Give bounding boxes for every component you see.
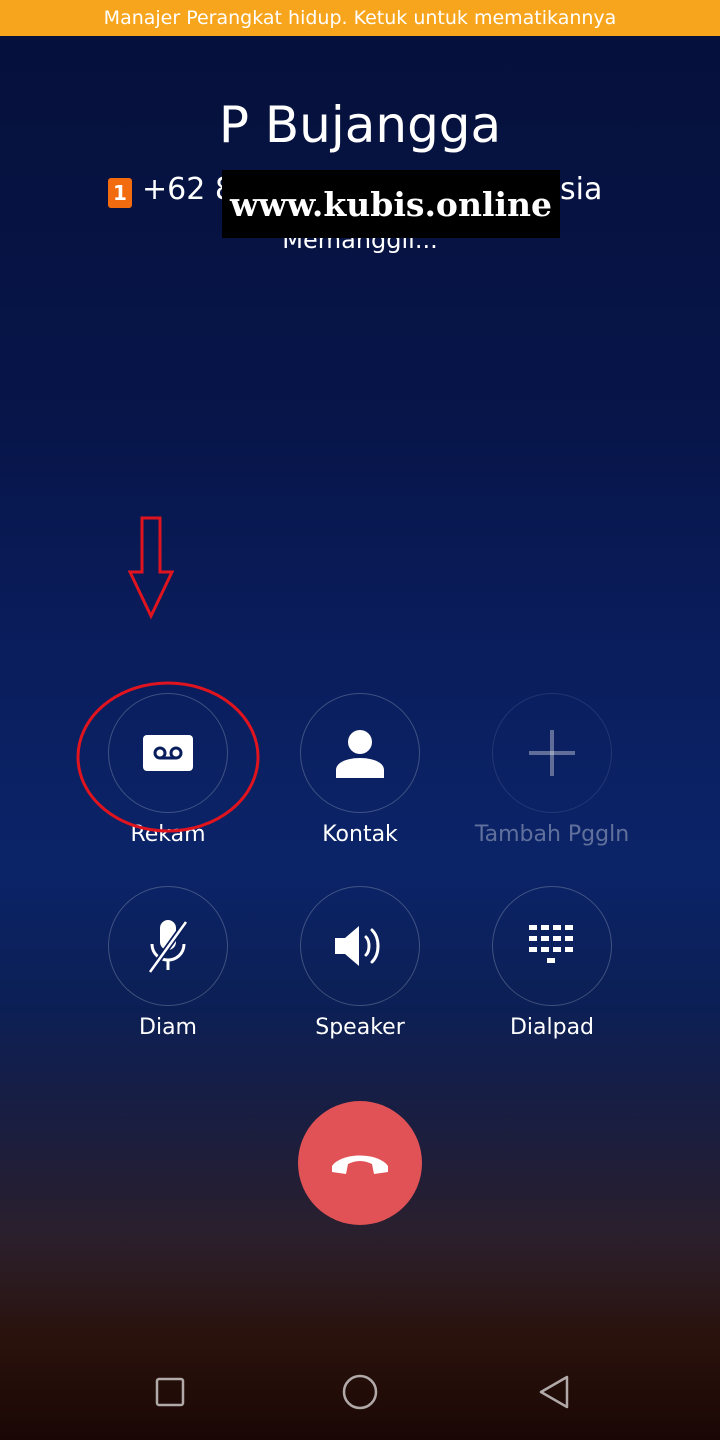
back-button[interactable] bbox=[534, 1372, 574, 1412]
end-call-button[interactable] bbox=[298, 1101, 422, 1225]
caller-name: P Bujangga bbox=[218, 96, 502, 154]
sim-slot-icon: 1 bbox=[108, 178, 132, 208]
caller-location: sia bbox=[560, 172, 603, 207]
annotation-circle bbox=[76, 681, 260, 833]
dialpad-label: Dialpad bbox=[509, 1015, 595, 1040]
add-call-button[interactable] bbox=[492, 693, 612, 813]
notification-text: Manajer Perangkat hidup. Ketuk untuk mem… bbox=[103, 7, 617, 29]
home-button[interactable] bbox=[340, 1372, 380, 1412]
speaker-label: Speaker bbox=[315, 1015, 405, 1040]
recents-button[interactable] bbox=[150, 1372, 190, 1412]
plus-icon bbox=[529, 730, 575, 776]
triangle-back-icon bbox=[539, 1375, 569, 1409]
caller-number: +62 8 bbox=[142, 172, 234, 207]
mic-off-icon bbox=[147, 920, 189, 974]
contacts-button[interactable] bbox=[300, 693, 420, 813]
add-call-label: Tambah Pggln bbox=[474, 822, 630, 847]
dialpad-icon bbox=[529, 925, 573, 963]
mute-label: Diam bbox=[139, 1015, 197, 1040]
dialpad-button[interactable] bbox=[492, 886, 612, 1006]
contacts-label: Kontak bbox=[322, 822, 398, 847]
person-icon bbox=[336, 730, 384, 778]
square-icon bbox=[155, 1377, 185, 1407]
circle-icon bbox=[342, 1374, 378, 1410]
annotation-arrow-icon bbox=[128, 516, 174, 620]
speaker-button[interactable] bbox=[300, 886, 420, 1006]
watermark: www.kubis.online bbox=[222, 170, 560, 238]
speaker-icon bbox=[335, 926, 380, 966]
mute-button[interactable] bbox=[108, 886, 228, 1006]
end-call-icon bbox=[332, 1155, 388, 1174]
notification-bar[interactable]: Manajer Perangkat hidup. Ketuk untuk mem… bbox=[0, 0, 720, 36]
